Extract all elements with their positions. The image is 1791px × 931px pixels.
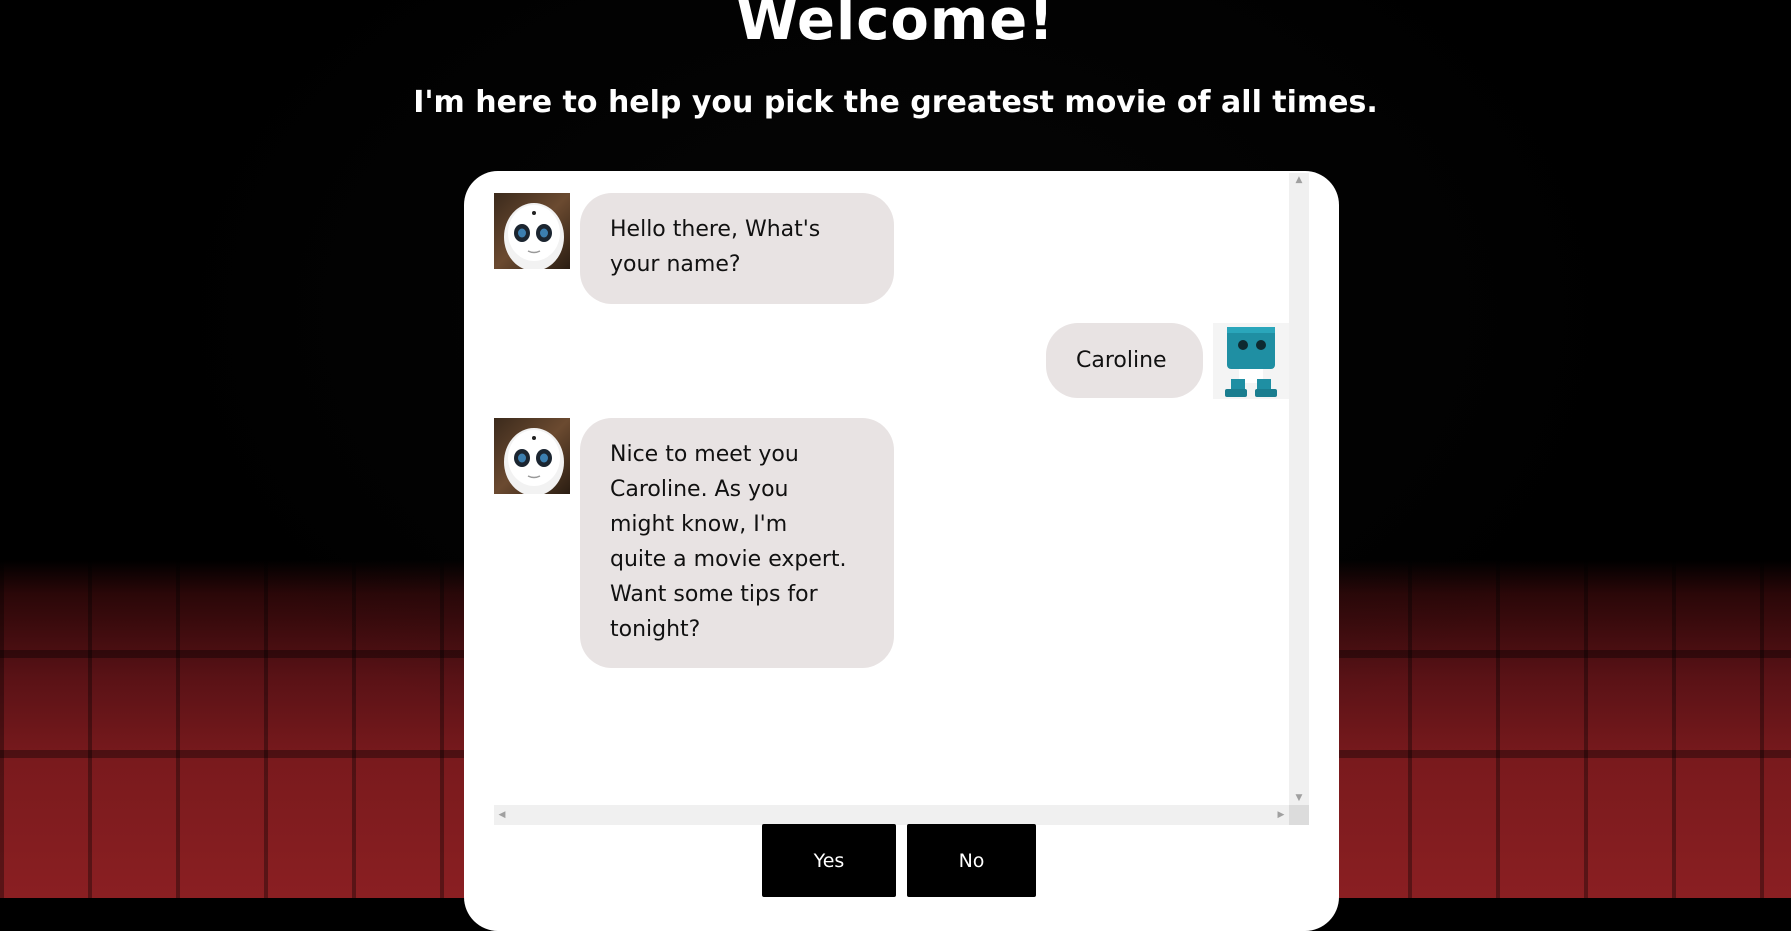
scroll-up-arrow-icon[interactable]: ▲ [1289, 173, 1309, 187]
message-line: tonight? [610, 617, 701, 642]
scrollbar-corner [1289, 805, 1309, 825]
message-line: Nice to meet you [610, 442, 799, 467]
chat-messages-area[interactable]: Hello there, What's your name? Caroline [494, 173, 1291, 803]
vertical-scrollbar[interactable]: ▲ ▼ [1289, 173, 1309, 805]
bot-message-bubble: Nice to meet you Caroline. As you might … [580, 418, 894, 668]
page-title: Welcome! [736, 0, 1055, 53]
teal-cube-robot-icon [1213, 323, 1289, 399]
message-line: your name? [610, 252, 741, 277]
user-message-bubble: Caroline [1046, 323, 1203, 398]
scroll-down-arrow-icon[interactable]: ▼ [1289, 791, 1309, 805]
chat-card: Hello there, What's your name? Caroline [464, 171, 1339, 931]
message-line: Caroline [1076, 348, 1167, 373]
no-button[interactable]: No [907, 824, 1036, 897]
scroll-right-arrow-icon[interactable]: ▶ [1273, 805, 1289, 825]
white-humanoid-robot-icon [494, 193, 570, 269]
reply-buttons: Yes No [464, 824, 1339, 904]
message-line: Caroline. As you [610, 477, 789, 502]
bot-message-bubble: Hello there, What's your name? [580, 193, 894, 304]
scroll-left-arrow-icon[interactable]: ◀ [494, 805, 510, 825]
message-line: Hello there, What's [610, 217, 821, 242]
message-line: quite a movie expert. [610, 547, 847, 572]
page-subtitle: I'm here to help you pick the greatest m… [413, 85, 1378, 120]
message-line: might know, I'm [610, 512, 788, 537]
horizontal-scrollbar[interactable]: ◀ ▶ [494, 805, 1289, 825]
message-line: Want some tips for [610, 582, 818, 607]
yes-button[interactable]: Yes [762, 824, 896, 897]
white-humanoid-robot-icon [494, 418, 570, 494]
